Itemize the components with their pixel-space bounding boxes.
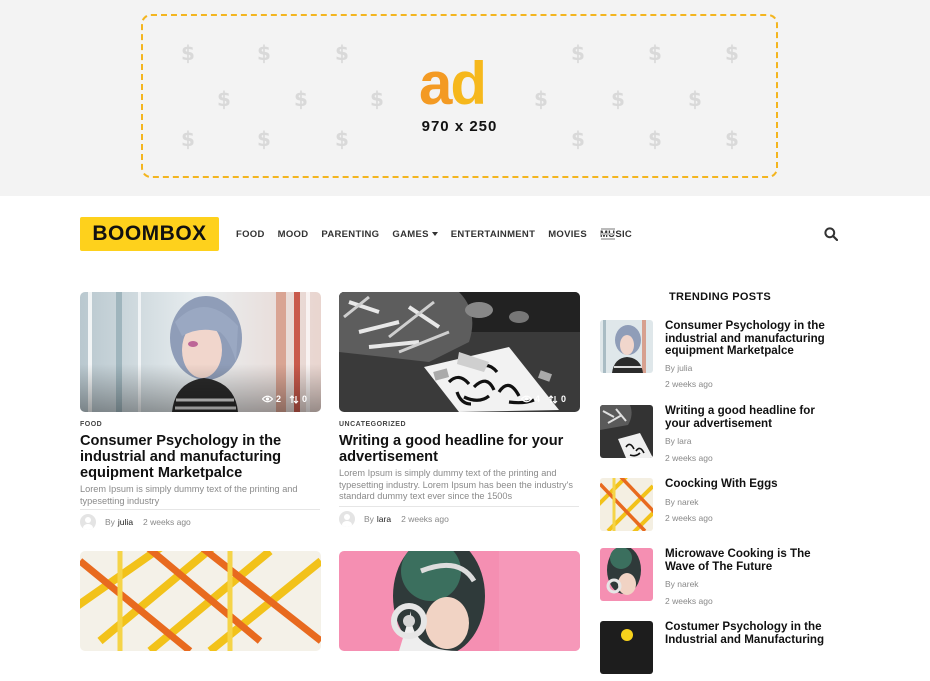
nav-item-mood[interactable]: MOOD: [278, 229, 309, 240]
nav-item-games[interactable]: GAMES: [392, 228, 438, 240]
ad-logo-d: d: [450, 50, 487, 117]
dollar-icon: $: [571, 41, 585, 65]
trending-thumbnail[interactable]: [600, 320, 653, 373]
views-stat: 4: [520, 394, 540, 404]
trending-date: 2 weeks ago: [665, 453, 713, 463]
eye-icon: [520, 395, 532, 403]
by-label: By: [364, 514, 374, 524]
search-icon[interactable]: [824, 227, 838, 241]
post-category[interactable]: UNCATEGORIZED: [339, 421, 406, 428]
post-thumbnail[interactable]: 2 0: [80, 292, 321, 412]
post-date: 2 weeks ago: [401, 514, 449, 524]
post-thumbnail[interactable]: [80, 551, 321, 651]
nav-item-movies[interactable]: MOVIES: [548, 229, 587, 240]
dollar-icon: $: [534, 87, 548, 111]
dollar-icon: $: [217, 87, 231, 111]
views-count: 2: [275, 394, 281, 404]
post-card: 4 0: [339, 292, 580, 412]
post-meta: By julia 2 weeks ago: [80, 514, 191, 530]
views-stat: 2: [261, 394, 281, 404]
trending-heading: TRENDING POSTS: [669, 291, 771, 303]
dollar-icon: $: [370, 87, 384, 111]
trending-item: Consumer Psychology in the industrial an…: [600, 319, 840, 389]
dollar-icon: $: [294, 87, 308, 111]
post-excerpt: Lorem Ipsum is simply dummy text of the …: [80, 484, 298, 506]
post-stats: 2 0: [254, 394, 307, 404]
avatar[interactable]: [80, 514, 96, 530]
post-card: [80, 551, 321, 651]
ad-placeholder[interactable]: $ $ $ $ $ $ $ $ $ $ $ $ $ $ $ $ $ $ ad 9…: [141, 14, 778, 178]
post-meta: By lara 2 weeks ago: [339, 511, 449, 527]
trending-item: Microwave Cooking is The Wave of The Fut…: [600, 547, 840, 608]
author-link[interactable]: julia: [118, 517, 133, 527]
ad-banner-area: $ $ $ $ $ $ $ $ $ $ $ $ $ $ $ $ $ $ ad 9…: [0, 0, 930, 196]
trending-title[interactable]: Microwave Cooking is The Wave of The Fut…: [665, 547, 840, 573]
views-count: 4: [534, 394, 540, 404]
nav-item-food[interactable]: FOOD: [236, 229, 265, 240]
trending-thumbnail[interactable]: [600, 478, 653, 531]
hamburger-icon[interactable]: [601, 228, 615, 240]
ad-logo-a: a: [419, 50, 452, 117]
post-date: 2 weeks ago: [143, 517, 191, 527]
trending-item: Coocking With Eggs By narek 2 weeks ago: [600, 477, 840, 538]
trending-date: 2 weeks ago: [665, 379, 713, 389]
by-label: By: [105, 517, 115, 527]
dollar-icon: $: [335, 41, 349, 65]
shares-count: 0: [560, 394, 566, 404]
caret-down-icon: [431, 231, 438, 236]
dollar-icon: $: [257, 41, 271, 65]
nav-item-entertainment[interactable]: ENTERTAINMENT: [451, 229, 535, 240]
trending-thumbnail[interactable]: [600, 621, 653, 674]
post-excerpt: Lorem Ipsum is simply dummy text of the …: [339, 468, 573, 501]
trending-author[interactable]: By julia: [665, 363, 692, 373]
eye-icon: [261, 395, 273, 403]
trending-author[interactable]: By narek: [665, 497, 699, 507]
divider: [80, 509, 320, 510]
author-link[interactable]: lara: [377, 514, 391, 524]
ad-logo: ad: [419, 54, 487, 114]
shares-stat: 0: [289, 394, 307, 404]
trending-item: Costumer Psychology in the Industrial an…: [600, 620, 840, 681]
trending-item: Writing a good headline for your adverti…: [600, 404, 840, 465]
nav-item-parenting[interactable]: PARENTING: [321, 229, 379, 240]
dollar-icon: $: [181, 41, 195, 65]
trending-title[interactable]: Costumer Psychology in the Industrial an…: [665, 620, 840, 646]
trending-title[interactable]: Coocking With Eggs: [665, 477, 840, 491]
ad-size-label: 970 x 250: [421, 118, 498, 135]
main-nav: FOOD MOOD PARENTING GAMES ENTERTAINMENT …: [236, 226, 645, 242]
share-arrows-icon: [289, 394, 299, 404]
post-card: 2 0: [80, 292, 321, 412]
trending-date: 2 weeks ago: [665, 513, 713, 523]
trending-author[interactable]: By lara: [665, 436, 691, 446]
site-logo[interactable]: BOOMBOX: [80, 217, 219, 251]
nav-item-games-label: GAMES: [392, 228, 429, 240]
divider: [339, 506, 579, 507]
trending-thumbnail[interactable]: [600, 405, 653, 458]
post-title[interactable]: Writing a good headline for your adverti…: [339, 433, 579, 465]
trending-author[interactable]: By narek: [665, 579, 699, 589]
share-arrows-icon: [548, 394, 558, 404]
post-stats: 4 0: [513, 394, 566, 404]
dollar-icon: $: [725, 41, 739, 65]
shares-count: 0: [301, 394, 307, 404]
post-thumbnail[interactable]: [339, 551, 580, 651]
trending-title[interactable]: Consumer Psychology in the industrial an…: [665, 319, 840, 358]
post-title[interactable]: Consumer Psychology in the industrial an…: [80, 433, 315, 481]
trending-date: 2 weeks ago: [665, 596, 713, 606]
avatar[interactable]: [339, 511, 355, 527]
post-category[interactable]: FOOD: [80, 421, 102, 428]
dollar-icon: $: [688, 87, 702, 111]
dollar-icon: $: [611, 87, 625, 111]
dollar-icon: $: [648, 41, 662, 65]
trending-title[interactable]: Writing a good headline for your adverti…: [665, 404, 840, 430]
shares-stat: 0: [548, 394, 566, 404]
trending-thumbnail[interactable]: [600, 548, 653, 601]
post-card: [339, 551, 580, 651]
post-thumbnail[interactable]: 4 0: [339, 292, 580, 412]
